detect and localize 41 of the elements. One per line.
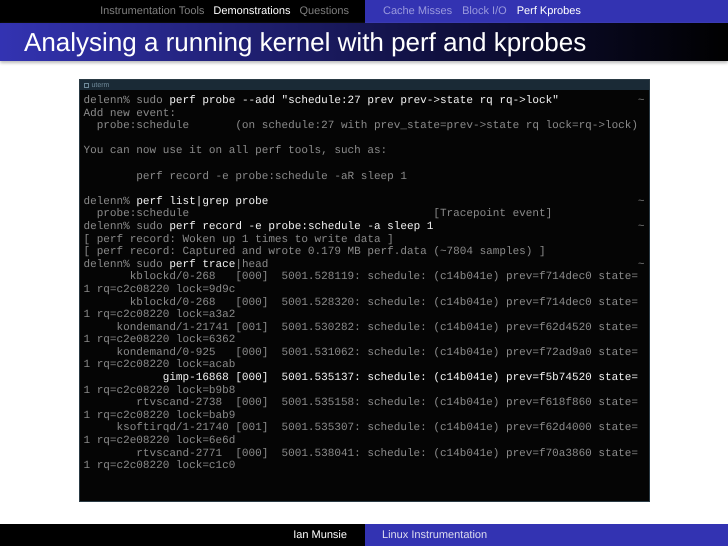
window-icon [84, 82, 88, 88]
line-marker: ~ [638, 258, 644, 272]
terminal-line: perf record -e probe:schedule -aR sleep 1 [135, 170, 407, 184]
terminal-line: Add new event: [84, 108, 176, 120]
section-link[interactable]: Demonstrations [213, 3, 290, 20]
terminal-line: [ perf record: Woken up 1 times to write data ] [84, 234, 394, 246]
terminal-line: 1 rq=c2c08220 lock=acab [84, 359, 236, 372]
terminal-line: 1 rq=c2c08220 lock=b9b8 [84, 384, 236, 397]
terminal-line: kblockd/0-268 [000] 5001.528119: schedule: (c14b041e) prev=f714dec0 state= [128, 271, 638, 284]
terminal-line: delenn% sudo perf record -e probe:schedule -a sleep 1 [84, 220, 434, 234]
author-name: Ian Munsie [293, 528, 347, 543]
terminal-line: 1 rq=c2e08220 lock=6e6d [84, 435, 236, 448]
line-marker: ~ [638, 220, 644, 234]
terminal-line: 1 rq=c2c08220 lock=bab9 [84, 410, 236, 422]
terminal-line: kondemand/0-925 [000] 5001.531062: schedule: (c14b041e) prev=f72ad9a0 state= [116, 346, 638, 359]
terminal-line: 1 rq=c2c08220 lock=c1c0 [84, 460, 236, 473]
terminal-line: 1 rq=c2c08220 lock=9d9c [84, 284, 236, 296]
terminal-line: You can now use it on all perf tools, such as: [84, 145, 388, 158]
terminal-line: kondemand/1-21741 [001] 5001.530282: schedule: (c14b041e) prev=f62d4520 state= [116, 322, 638, 334]
slide-title: Analysing a running kernel with perf and kprobes [24, 26, 586, 58]
section-link[interactable]: Questions [299, 3, 349, 20]
terminal-line: rtvscand-2738 [000] 5001.535158: schedule: (c14b041e) prev=f618f860 state= [135, 397, 638, 410]
subsection-link[interactable]: Perf Kprobes [516, 3, 581, 20]
terminal-line: [ perf record: Captured and wrote 0.179 MB perf.data (~7804 samples) ] [84, 246, 546, 259]
terminal-line: ksoftirqd/1-21740 [001] 5001.535307: schedule: (c14b041e) prev=f62d4000 state= [116, 422, 638, 435]
line-marker: ~ [638, 95, 644, 108]
terminal-line: 1 rq=c2c08220 lock=a3a2 [84, 309, 236, 322]
subsection-link[interactable]: Block I/O [462, 3, 507, 20]
section-link[interactable]: Instrumentation Tools [100, 3, 204, 20]
terminal-line: delenn% sudo perf trace|head [84, 258, 268, 271]
subsection-link[interactable]: Cache Misses [383, 3, 452, 20]
terminal-line: delenn% sudo perf probe --add "schedule:27 prev prev->state rq rq->lock" [84, 95, 559, 108]
terminal-line: rtvscand-2771 [000] 5001.538041: schedule: (c14b041e) prev=f70a3860 state= [135, 448, 638, 460]
terminal-line: kblockd/0-268 [000] 5001.528320: schedule: (c14b041e) prev=f714dec0 state= [128, 296, 638, 309]
terminal-line: probe:schedule (on schedule:27 with prev_state=prev->state rq lock=rq->lock) [96, 120, 638, 133]
presentation-title: Linux Instrumentation [382, 528, 488, 543]
terminal-line: gimp-16868 [000] 5001.535137: schedule: (c14b041e) prev=f5b74520 state= [162, 372, 638, 385]
line-marker: ~ [638, 196, 644, 208]
terminal-line: probe:schedule [Tracepoint event] [96, 208, 552, 221]
terminal-line: 1 rq=c2e08220 lock=6362 [84, 334, 236, 347]
terminal-line: delenn% perf list|grep probe [84, 196, 268, 208]
